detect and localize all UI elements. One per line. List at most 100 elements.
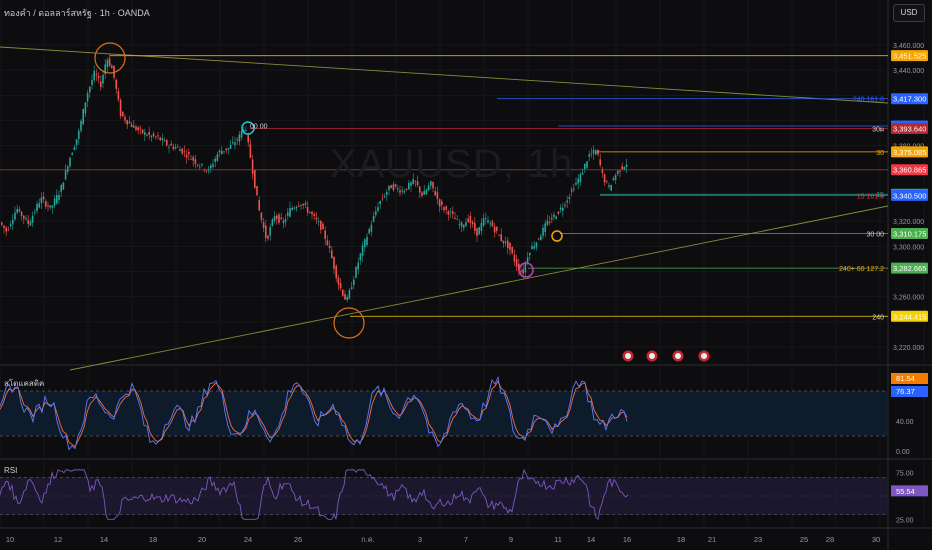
candle-body <box>480 222 483 231</box>
candle-body <box>515 259 518 267</box>
candle-body <box>1 222 3 225</box>
time-tick: 14 <box>587 535 595 544</box>
candle-body <box>152 133 155 137</box>
candle-body <box>559 207 562 210</box>
candle-body <box>595 150 597 155</box>
candle-body <box>397 188 399 190</box>
candle-body <box>309 211 311 213</box>
stoch-band <box>0 391 888 436</box>
candle-body <box>555 216 557 219</box>
candle-body <box>144 132 146 135</box>
candle-body <box>137 127 139 131</box>
time-tick: 10 <box>6 535 14 544</box>
candle-body <box>520 270 522 273</box>
candle-body <box>599 159 601 166</box>
candle-body <box>163 140 166 142</box>
price-tick: 3,260.000 <box>893 295 924 302</box>
level-label: 240+ 60 127.2 <box>839 266 884 273</box>
candle-body <box>553 214 555 218</box>
candle-body <box>157 135 159 137</box>
candle-body <box>441 201 443 205</box>
candle-body <box>542 227 544 236</box>
time-tick: ก.ค. <box>361 535 375 544</box>
candle-body <box>130 124 133 128</box>
candle-body <box>280 217 282 220</box>
candle-body <box>42 196 45 200</box>
candle-body <box>379 200 381 204</box>
chart-canvas[interactable]: 240 161.830ผ301515 161.830 00240+ 60 127… <box>0 0 932 550</box>
candle-body <box>188 152 190 155</box>
event-icon-inner <box>649 353 655 359</box>
candle-body <box>56 195 58 204</box>
candle-body <box>586 161 588 168</box>
candle-body <box>331 250 333 259</box>
price-badge-text: 3,244.415 <box>893 312 926 321</box>
candle-body <box>20 211 23 216</box>
candle-body <box>9 224 12 227</box>
rsi-badge-text: 55.54 <box>896 487 915 496</box>
level-label: 30 00 <box>866 232 884 239</box>
candle-body <box>302 203 304 206</box>
candle-body <box>240 131 243 138</box>
candle-body <box>108 58 111 67</box>
candle-body <box>210 165 212 169</box>
candle-body <box>458 224 461 226</box>
event-flag-icon <box>646 350 658 362</box>
candle-body <box>403 191 406 193</box>
candle-body <box>566 200 568 203</box>
candle-body <box>166 140 168 146</box>
candle-body <box>562 207 564 211</box>
candle-body <box>71 153 73 156</box>
candle-body <box>298 205 300 207</box>
candle-body <box>179 149 181 152</box>
candle-body <box>449 211 452 213</box>
candle-body <box>485 218 487 220</box>
candle-body <box>372 215 375 222</box>
candle-body <box>67 166 69 172</box>
stoch-badge-text: 76.37 <box>896 387 915 396</box>
candle-body <box>509 242 511 250</box>
level-label: 240 161.8 <box>853 97 884 104</box>
candle-body <box>148 132 150 136</box>
candle-body <box>185 154 188 158</box>
candle-body <box>537 238 540 240</box>
candle-body <box>386 192 388 195</box>
time-tick: 7 <box>464 535 468 544</box>
time-tick: 20 <box>198 535 206 544</box>
symbol-title[interactable]: ทองคำ / ดอลลาร์สหรัฐ · 1h · OANDA <box>4 6 150 20</box>
candle-body <box>421 192 423 196</box>
candle-body <box>84 102 87 114</box>
currency-button[interactable]: USD <box>893 4 925 22</box>
candle-body <box>592 149 595 154</box>
candle-body <box>278 214 280 223</box>
candle-body <box>304 203 307 205</box>
candle-body <box>234 142 236 146</box>
candle-body <box>284 219 287 222</box>
candle-body <box>317 221 320 223</box>
candle-body <box>287 212 289 216</box>
candle-body <box>335 265 337 279</box>
price-tick: 3,220.000 <box>893 345 924 352</box>
candle-body <box>619 170 621 172</box>
candle-body <box>507 240 509 249</box>
candle-body <box>311 211 313 215</box>
candle-body <box>119 100 122 117</box>
candle-body <box>93 70 95 81</box>
candle-body <box>322 223 324 230</box>
candle-body <box>463 224 465 228</box>
candle-body <box>603 174 606 183</box>
candle-body <box>478 227 480 235</box>
rsi-pane-label: RSI <box>4 466 18 475</box>
candle-body <box>214 158 216 162</box>
candle-body <box>306 206 309 213</box>
candle-body <box>328 245 331 248</box>
candle-body <box>122 111 124 117</box>
candle-body <box>573 188 575 190</box>
candle-body <box>575 182 577 185</box>
price-badge-text: 3,393.640 <box>893 125 926 134</box>
candle-body <box>383 196 386 198</box>
candle-body <box>64 169 67 180</box>
event-icon-inner <box>701 353 707 359</box>
candle-body <box>544 223 546 232</box>
candle-body <box>452 211 454 214</box>
